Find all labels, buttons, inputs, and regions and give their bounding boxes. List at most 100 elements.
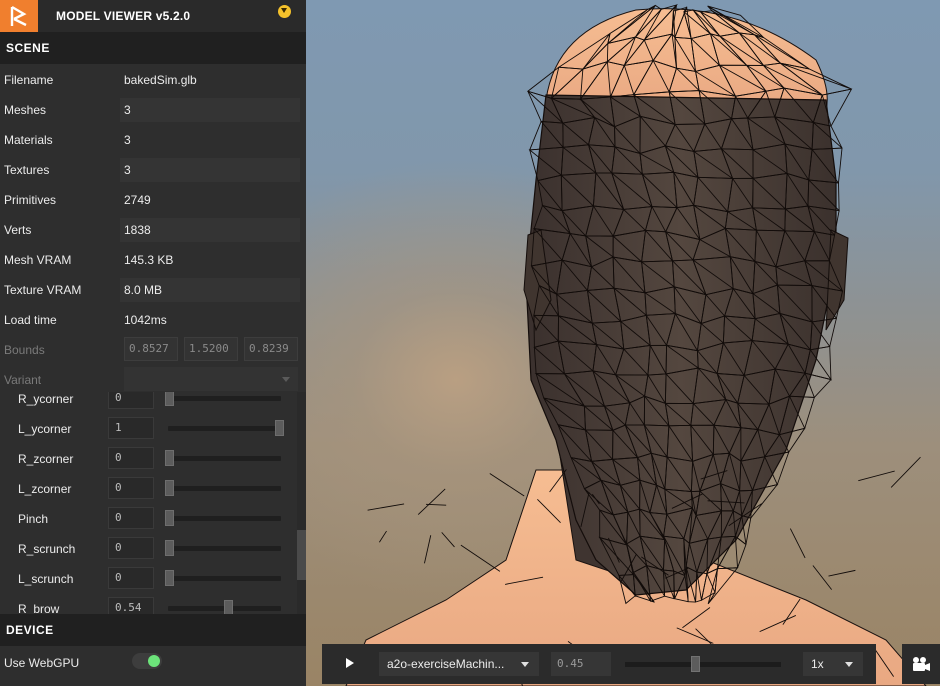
morph-slider-track[interactable] (168, 456, 281, 461)
morph-label: R_brow (18, 602, 60, 614)
row-load-time: Load time 1042ms (0, 304, 306, 334)
row-verts: Verts 1838 (0, 214, 306, 244)
wireframe-edge (858, 470, 895, 482)
skull-cap (545, 8, 828, 111)
morph-slider-thumb[interactable] (224, 600, 234, 614)
play-icon[interactable] (346, 658, 354, 668)
morph-slider-thumb[interactable] (165, 480, 174, 496)
row-label: Materials (4, 133, 53, 147)
morph-slider-thumb[interactable] (165, 510, 174, 526)
row-label: Verts (4, 223, 32, 237)
morph-value-input[interactable]: 0 (108, 392, 154, 409)
row-label: Filename (4, 73, 54, 87)
morph-label: R_zcorner (18, 452, 74, 466)
row-texture-vram: Texture VRAM 8.0 MB (0, 274, 306, 304)
row-label: Load time (4, 313, 57, 327)
scrollbar-thumb[interactable] (297, 530, 306, 580)
wireframe-edge (890, 456, 921, 488)
3d-viewport[interactable] (306, 0, 940, 686)
morph-value-input[interactable]: 0 (108, 537, 154, 559)
morph-row-l-ycorner: L_ycorner 1 (0, 413, 296, 443)
row-value: bakedSim.glb (124, 73, 197, 87)
morph-value-input[interactable]: 0 (108, 567, 154, 589)
speed-value: 1x (811, 657, 824, 671)
row-value: 1838 (120, 218, 300, 242)
row-primitives: Primitives 2749 (0, 184, 306, 214)
animation-name: a2o-exerciseMachin... (387, 657, 505, 671)
row-value: 8.0 MB (120, 278, 300, 302)
row-value: 3 (124, 133, 131, 147)
side-panel: MODEL VIEWER v5.2.0 SCENE Filename baked… (0, 0, 306, 686)
animation-timeline-track[interactable] (625, 662, 781, 667)
morph-label: L_zcorner (18, 482, 72, 496)
animation-select[interactable]: a2o-exerciseMachin... (379, 652, 539, 676)
speed-select[interactable]: 1x (803, 652, 863, 676)
scene-section-header[interactable]: SCENE (0, 32, 306, 64)
row-label: Textures (4, 163, 50, 177)
title-bar: MODEL VIEWER v5.2.0 (0, 0, 306, 32)
morph-value-input[interactable]: 0 (108, 507, 154, 529)
wireframe-edge (378, 530, 387, 543)
morph-value-input[interactable]: 0 (108, 447, 154, 469)
row-bounds: Bounds 0.8527 1.5200 0.8239 (0, 334, 306, 364)
morph-slider-track[interactable] (168, 546, 281, 551)
morph-label: Pinch (18, 512, 49, 526)
device-section-header[interactable]: DEVICE (0, 614, 306, 646)
chevron-down-icon (282, 377, 290, 382)
row-value: 145.3 KB (124, 253, 174, 267)
morph-slider-thumb[interactable] (165, 450, 174, 466)
morph-list-scrollbar[interactable] (297, 392, 306, 614)
morph-slider-track[interactable] (168, 426, 281, 431)
morph-row-r-scrunch: R_scrunch 0 (0, 533, 296, 563)
wireframe-edge (460, 544, 501, 572)
morph-row-l-scrunch: L_scrunch 0 (0, 563, 296, 593)
chevron-down-icon (845, 662, 853, 667)
scene-header-label: SCENE (6, 41, 50, 55)
app-title: MODEL VIEWER v5.2.0 (56, 9, 191, 23)
variant-label: Variant (4, 373, 42, 387)
morph-slider-thumb[interactable] (165, 540, 174, 556)
morph-row-r-brow: R_brow 0.54 (0, 593, 296, 614)
morph-slider-track[interactable] (168, 516, 281, 521)
wireframe-edge (812, 565, 833, 590)
wireframe-edge (441, 532, 455, 548)
morph-slider-track[interactable] (168, 396, 281, 401)
animation-time-input[interactable]: 0.45 (551, 652, 611, 676)
morph-slider-thumb[interactable] (165, 392, 174, 406)
morph-slider-thumb[interactable] (165, 570, 174, 586)
row-value: 2749 (124, 193, 151, 207)
row-variant: Variant (0, 364, 306, 394)
bounds-z-input[interactable]: 0.8239 (244, 337, 298, 361)
wireframe-edge (367, 503, 405, 511)
row-value: 3 (120, 158, 300, 182)
bounds-y-input[interactable]: 1.5200 (184, 337, 238, 361)
row-label: Primitives (4, 193, 57, 207)
morph-value-input[interactable]: 1 (108, 417, 154, 439)
morph-label: L_scrunch (18, 572, 74, 586)
bounds-x-input[interactable]: 0.8527 (124, 337, 178, 361)
morph-slider-track[interactable] (168, 486, 281, 491)
morph-value-input[interactable]: 0.54 (108, 597, 154, 614)
device-header-label: DEVICE (6, 623, 54, 637)
row-value: 3 (120, 98, 300, 122)
morph-slider-thumb[interactable] (275, 420, 284, 436)
row-label: Meshes (4, 103, 47, 117)
animation-timeline-thumb[interactable] (691, 656, 701, 672)
wireframe-edge (828, 569, 856, 577)
wireframe-edge (789, 528, 806, 559)
morph-value-input[interactable]: 0 (108, 477, 154, 499)
row-label: Mesh VRAM (4, 253, 72, 267)
camera-icon[interactable] (902, 644, 940, 684)
chevron-down-icon (521, 662, 529, 667)
morph-target-list[interactable]: R_ycorner 0 L_ycorner 1 R_zcorner 0 L_zc… (0, 392, 306, 614)
variant-select[interactable] (124, 367, 298, 391)
morph-row-l-zcorner: L_zcorner 0 (0, 473, 296, 503)
toggle-knob (148, 655, 160, 667)
webgpu-toggle[interactable] (132, 653, 162, 669)
chevron-down-icon[interactable] (278, 5, 291, 18)
morph-slider-track[interactable] (168, 576, 281, 581)
webgpu-label: Use WebGPU (4, 656, 80, 670)
row-label: Texture VRAM (4, 283, 82, 297)
morph-label: L_ycorner (18, 422, 72, 436)
morph-label: R_ycorner (18, 392, 74, 406)
